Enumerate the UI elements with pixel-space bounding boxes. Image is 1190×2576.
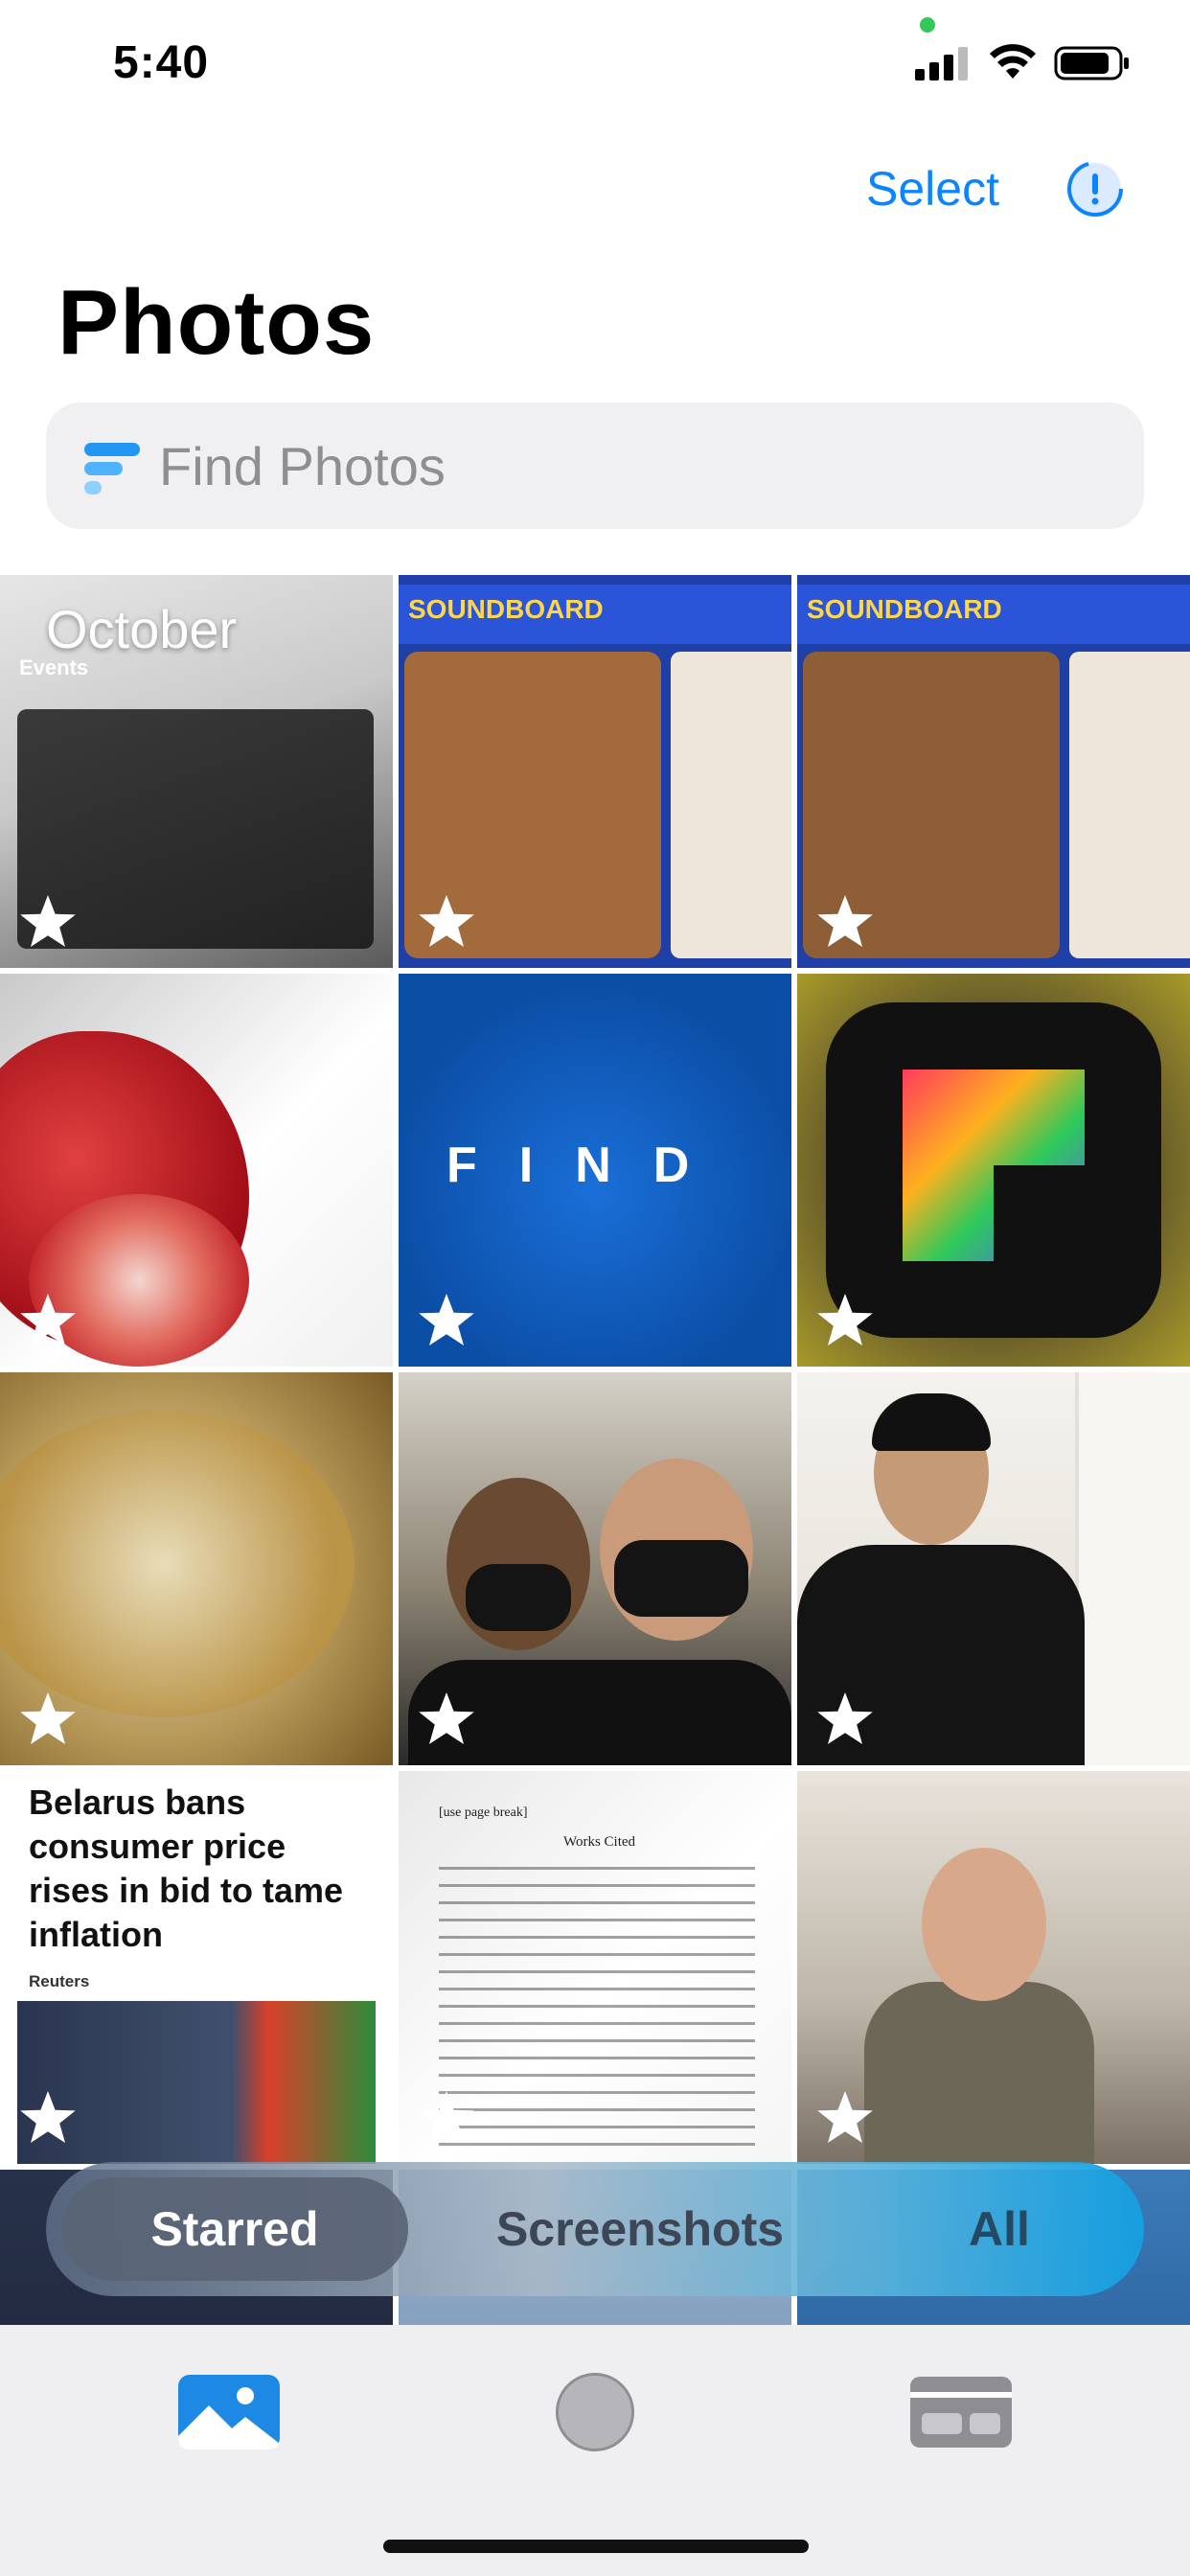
filter-segmented-control: Starred Screenshots All <box>46 2162 1144 2296</box>
soundboard-side-panel <box>1069 652 1190 958</box>
star-icon[interactable] <box>418 1690 475 1746</box>
camera-indicator-dot <box>920 17 935 33</box>
news-source: Reuters <box>29 1972 90 1990</box>
photo-thumbnail[interactable]: [use page break] Works Cited <box>399 1771 791 2164</box>
photo-thumbnail[interactable] <box>399 1372 791 1765</box>
cards-icon[interactable] <box>908 2375 1014 2450</box>
star-icon[interactable] <box>816 1690 874 1746</box>
photo-thumbnail[interactable]: Belarus bans consumer price rises in bid… <box>0 1771 393 2164</box>
face-mask <box>466 1564 571 1631</box>
photo-grid: Events October SOUNDBOARD SOUNDBOARD FIN… <box>0 575 1190 2325</box>
cellular-signal-icon <box>915 47 968 80</box>
find-logo-icon <box>84 443 140 494</box>
star-icon[interactable] <box>19 2089 77 2145</box>
person-hair <box>872 1393 991 1451</box>
photo-thumbnail[interactable] <box>0 974 393 1367</box>
wifi-icon <box>990 44 1036 79</box>
photos-icon[interactable] <box>176 2373 282 2451</box>
camera-shutter-button[interactable] <box>556 2373 634 2451</box>
month-label: October <box>46 599 238 659</box>
tab-bar <box>0 2325 1190 2576</box>
star-icon[interactable] <box>418 2089 475 2145</box>
star-icon[interactable] <box>816 2089 874 2145</box>
app-icon-cutout <box>994 1165 1085 1261</box>
battery-icon <box>1054 46 1129 80</box>
food-plate <box>0 1411 355 1717</box>
person-face <box>922 1848 1046 2001</box>
photo-thumbnail[interactable] <box>797 974 1190 1367</box>
star-icon[interactable] <box>816 1292 874 1347</box>
segment-all[interactable]: All <box>870 2177 1129 2281</box>
door <box>1075 1372 1190 1765</box>
segment-starred[interactable]: Starred <box>61 2177 408 2281</box>
doc-page-break: [use page break] <box>439 1806 528 1820</box>
star-icon[interactable] <box>19 893 77 949</box>
photo-thumbnail[interactable] <box>0 1372 393 1765</box>
photo-thumbnail[interactable]: SOUNDBOARD <box>399 575 791 968</box>
soundboard-side-panel <box>671 652 791 958</box>
find-word: FIND <box>446 1138 732 1193</box>
status-bar: 5:40 <box>0 0 1190 134</box>
star-icon[interactable] <box>19 1292 77 1347</box>
photo-thumbnail[interactable] <box>797 1372 1190 1765</box>
info-icon[interactable] <box>1065 159 1125 218</box>
star-icon[interactable] <box>418 1292 475 1347</box>
soundboard-title: SOUNDBOARD <box>807 594 1002 624</box>
doc-text-lines <box>439 1867 755 2154</box>
select-button[interactable]: Select <box>866 161 999 217</box>
search-input[interactable] <box>159 429 1021 502</box>
doc-title: Works Cited <box>563 1834 636 1850</box>
page-title: Photos <box>57 271 376 374</box>
person-body <box>864 1982 1094 2164</box>
star-icon[interactable] <box>418 893 475 949</box>
news-headline: Belarus bans consumer price rises in bid… <box>29 1782 344 1954</box>
soundboard-title: SOUNDBOARD <box>408 594 604 624</box>
photo-thumbnail[interactable] <box>797 1771 1190 2164</box>
photo-thumbnail[interactable]: FIND <box>399 974 791 1367</box>
search-bar[interactable] <box>46 402 1144 529</box>
home-indicator[interactable] <box>383 2540 809 2553</box>
status-time: 5:40 <box>113 37 210 88</box>
photo-thumbnail[interactable]: SOUNDBOARD <box>797 575 1190 968</box>
star-icon[interactable] <box>816 893 874 949</box>
segment-screenshots[interactable]: Screenshots <box>429 2177 851 2281</box>
face-mask <box>614 1540 748 1617</box>
photo-thumbnail[interactable]: Events October <box>0 575 393 968</box>
star-icon[interactable] <box>19 1690 77 1746</box>
